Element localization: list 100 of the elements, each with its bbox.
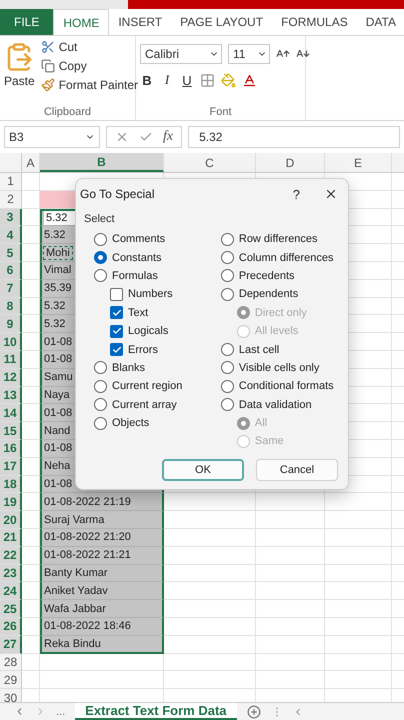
insert-function-button[interactable]: fx (163, 129, 174, 145)
row-header[interactable]: 5 (0, 244, 22, 262)
option-label: Constants (112, 252, 162, 264)
column-header[interactable]: B (40, 153, 164, 172)
ribbon-tab[interactable]: PAGE LAYOUT (171, 9, 272, 35)
row-header[interactable]: 6 (0, 262, 22, 280)
formula-field[interactable]: 5.32 (188, 126, 400, 148)
row-header[interactable]: 2 (0, 190, 22, 209)
table-cell: Suraj Varma (40, 511, 164, 529)
row-header[interactable]: 25 (0, 600, 22, 618)
row-header[interactable]: 1 (0, 173, 22, 191)
checkbox[interactable] (110, 288, 123, 301)
row-header[interactable]: 24 (0, 582, 22, 600)
row-header[interactable]: 27 (0, 636, 22, 654)
row-header[interactable]: 13 (0, 386, 22, 404)
add-sheet-icon[interactable] (246, 704, 261, 718)
row-header[interactable]: 12 (0, 368, 22, 387)
row-header[interactable]: 7 (0, 280, 22, 298)
row-header[interactable]: 28 (0, 654, 22, 672)
radio-button[interactable] (94, 269, 107, 282)
row-header[interactable]: 22 (0, 546, 22, 565)
font-color-icon[interactable] (242, 72, 257, 88)
radio-button[interactable] (94, 380, 107, 393)
more-sheets-button[interactable]: ... (56, 706, 66, 718)
ok-button[interactable]: OK (162, 459, 244, 481)
radio-button[interactable] (220, 361, 234, 374)
radio-button[interactable] (94, 232, 107, 246)
radio-button[interactable] (220, 343, 234, 356)
row-header[interactable]: 29 (0, 671, 22, 690)
radio-button[interactable] (220, 288, 234, 301)
radio-button[interactable] (220, 232, 234, 246)
ribbon-tab[interactable]: FILE (0, 9, 54, 35)
row-header[interactable]: 19 (0, 493, 22, 512)
row-header[interactable]: 20 (0, 511, 22, 529)
radio-button[interactable] (220, 269, 234, 282)
row-header[interactable]: 9 (0, 315, 22, 334)
row-header[interactable]: 26 (0, 618, 22, 636)
row-header[interactable]: 10 (0, 333, 22, 351)
cut-button[interactable]: Cut (40, 40, 138, 54)
option-label: Conditional formats (238, 380, 334, 392)
row-header[interactable]: 3 (0, 208, 22, 226)
close-icon[interactable] (324, 187, 338, 201)
bold-button[interactable]: B (140, 72, 154, 88)
radio-button[interactable] (94, 398, 107, 412)
row-header[interactable]: 11 (0, 350, 22, 369)
option-label: Direct only (254, 306, 307, 319)
ribbon-tab[interactable]: HOME (53, 9, 110, 35)
checkbox[interactable] (110, 306, 123, 320)
option-label: Data validation (238, 398, 312, 411)
help-button[interactable]: ? (292, 186, 300, 202)
column-header[interactable]: D (256, 153, 325, 172)
option-label: All levels (254, 325, 298, 338)
cancel-button[interactable]: Cancel (256, 459, 338, 481)
table-cell: 01-08-2022 18:46 (40, 618, 164, 636)
radio-button[interactable] (220, 398, 234, 412)
checkbox[interactable] (110, 324, 123, 338)
radio-button[interactable] (220, 380, 234, 393)
ribbon-tab[interactable]: INSERT (109, 9, 172, 35)
row-header[interactable]: 18 (0, 476, 22, 494)
checkbox[interactable] (110, 343, 123, 356)
radio-button[interactable] (94, 416, 107, 430)
ribbon-tab[interactable]: FORMULAS (272, 9, 357, 35)
option-label: Same (254, 435, 284, 448)
format-painter-button[interactable]: Format Painter (40, 78, 138, 92)
row-header[interactable]: 21 (0, 528, 22, 547)
paste-button[interactable]: Paste (4, 40, 35, 106)
borders-icon[interactable] (200, 72, 215, 88)
font-name-field[interactable]: Calibri (140, 44, 222, 64)
option-label: Precedents (238, 270, 295, 282)
fill-color-icon[interactable] (221, 72, 236, 88)
row-header[interactable]: 8 (0, 298, 22, 316)
radio-button[interactable] (94, 361, 107, 374)
table-cell: 01-08-2022 21:20 (40, 528, 164, 547)
table-cell: Banty Kumar (40, 564, 164, 582)
table-cell: Reka Bindu (40, 636, 164, 654)
table-cell: 01-08-2022 21:21 (40, 546, 164, 565)
row-header[interactable]: 14 (0, 404, 22, 422)
option-label: Visible cells only (238, 362, 320, 374)
underline-button[interactable]: U (180, 72, 194, 88)
font-size-field[interactable]: 11 (228, 44, 270, 64)
option-label: Last cell (238, 344, 280, 356)
row-header[interactable]: 17 (0, 458, 22, 476)
ribbon-tab[interactable]: DATA (356, 9, 404, 35)
copy-button[interactable]: Copy (40, 59, 138, 73)
column-header[interactable]: E (325, 153, 392, 172)
option-label: Dependents (238, 288, 298, 300)
row-header[interactable]: 4 (0, 226, 22, 244)
italic-button[interactable]: I (160, 72, 174, 88)
radio-button[interactable] (220, 251, 234, 264)
cancel-icon[interactable] (115, 130, 129, 144)
row-header[interactable]: 23 (0, 564, 22, 582)
option-label: Comments (112, 233, 166, 246)
option-label: Column differences (238, 252, 334, 264)
radio-button[interactable] (94, 251, 107, 264)
column-header[interactable]: C (164, 153, 256, 172)
row-header[interactable]: 30 (0, 689, 22, 702)
row-header[interactable]: 15 (0, 422, 22, 440)
row-header[interactable]: 16 (0, 440, 22, 458)
sheet-tab[interactable]: Extract Text Form Data (75, 703, 237, 720)
name-box[interactable]: B3 (4, 126, 100, 148)
